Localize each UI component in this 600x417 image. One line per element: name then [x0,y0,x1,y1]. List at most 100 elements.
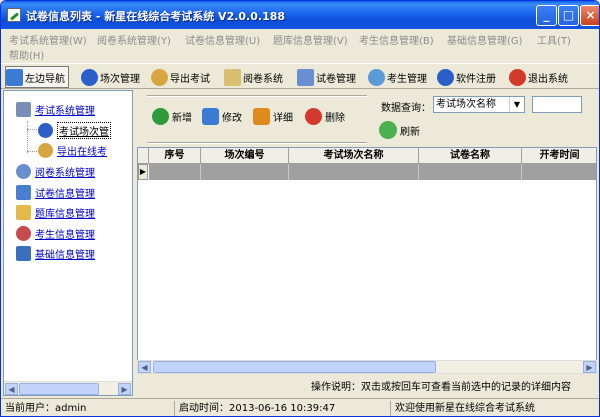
query-field-value: 考试场次名称 [436,99,496,110]
query-label: 数据查询： [381,103,431,114]
grid-row-header-corner [138,148,149,164]
exam-system-icon [16,102,31,117]
menu-paper-info[interactable]: 试卷信息管理(U) [185,32,260,47]
tree-item-marking-system[interactable]: 阅卷系统管理 [16,164,95,179]
table-row-cell[interactable] [419,164,522,180]
close-button[interactable]: × [580,5,599,26]
tool-label: 阅卷系统 [243,73,283,85]
column-header[interactable]: 开考时间 [522,148,596,164]
delete-icon [305,108,322,125]
left-horizontal-scrollbar[interactable]: ◀ ▶ [4,381,132,395]
refresh-label: 刷新 [400,126,420,138]
edit-icon [202,108,219,125]
tool-session-manage[interactable]: 场次管理 [81,66,140,88]
export-person-icon [151,68,168,86]
tool-software-register[interactable]: 软件注册 [437,66,496,88]
column-header[interactable]: 序号 [149,148,201,164]
chevron-down-icon[interactable]: ▼ [509,97,524,112]
title-bar[interactable]: 试卷信息列表 - 新星在线综合考试系统 V2.0.0.188 _ □ × [1,1,599,29]
query-input[interactable] [532,96,582,113]
tree-item-label: 试卷信息管理 [35,189,95,200]
tree-item-paper-info[interactable]: 试卷信息管理 [16,185,95,200]
tree-connector [27,121,28,153]
scroll-thumb[interactable] [153,361,436,373]
tree-item-exam-system[interactable]: 考试系统管理 [16,102,95,117]
data-grid[interactable]: 序号 场次编号 考试场次名称 试卷名称 开考时间 ▶ [137,147,597,374]
query-panel: 数据查询： 考试场次名称 ▼ 刷新 [371,90,597,145]
separator [147,142,367,144]
action-label: 新增 [172,113,192,124]
edit-button[interactable]: 修改 [202,108,242,125]
export-person-icon [38,143,53,158]
tree-item-label: 考试系统管理 [35,106,95,117]
status-current-user: 当前用户：admin [1,401,175,416]
menu-bar: 考试系统管理(W) 阅卷系统管理(Y) 试卷信息管理(U) 题库信息管理(V) … [1,29,599,63]
tree-item-label: 考试场次管 [57,122,111,139]
refresh-button[interactable]: 刷新 [379,121,420,139]
tree-item-label: 题库信息管理 [35,209,95,220]
menu-marking-system[interactable]: 阅卷系统管理(Y) [97,32,171,47]
table-row-cell[interactable] [522,164,596,180]
maximize-button[interactable]: □ [558,5,579,26]
tool-label: 考生管理 [387,73,427,85]
tool-examinee-manage[interactable]: 考生管理 [368,66,427,88]
menu-tools[interactable]: 工具(T) [537,32,571,47]
main-toolbar: 左边导航 场次管理 导出考试 阅卷系统 试卷管理 考生管理 软件注册 退出系统 [1,63,599,89]
tree-connector [27,129,37,130]
left-nav-tree[interactable]: 考试系统管理 考试场次管 导出在线考 阅卷系统管理 试卷信息管理 题库信息管理 … [3,90,133,396]
folder-icon [16,205,31,220]
tool-label: 场次管理 [100,73,140,85]
tree-connector [27,151,37,152]
table-row-cell[interactable] [201,164,289,180]
tool-exit-system[interactable]: 退出系统 [509,66,568,88]
table-row-cell[interactable] [289,164,419,180]
menu-examinee-info[interactable]: 考生信息管理(B) [359,32,434,47]
table-row-cell[interactable] [149,164,201,180]
tree-item-basic-info[interactable]: 基础信息管理 [16,246,95,261]
status-start-time: 启动时间：2013-06-16 10:39:47 [175,401,391,416]
info-icon [437,68,454,86]
left-nav-icon [6,68,23,86]
tool-paper-manage[interactable]: 试卷管理 [297,66,356,88]
scroll-thumb[interactable] [19,383,99,395]
add-icon [152,108,169,125]
scroll-right-arrow[interactable]: ▶ [583,361,596,373]
app-icon [7,8,21,22]
tool-label: 软件注册 [456,73,496,85]
tree-item-label: 考生信息管理 [35,230,95,241]
action-label: 修改 [222,113,242,124]
search-document-icon [16,185,31,200]
tree-item-question-bank[interactable]: 题库信息管理 [16,205,95,220]
document-icon [297,68,314,86]
tool-label: 导出考试 [170,73,210,85]
tool-export-exam[interactable]: 导出考试 [151,66,210,88]
tool-left-nav[interactable]: 左边导航 [5,66,69,88]
menu-basic-info[interactable]: 基础信息管理(G) [447,32,523,47]
menu-help[interactable]: 帮助(H) [9,47,44,62]
delete-button[interactable]: 删除 [305,108,345,125]
grid-horizontal-scrollbar[interactable]: ◀ ▶ [137,360,597,374]
minimize-button[interactable]: _ [536,5,557,26]
scroll-left-arrow[interactable]: ◀ [138,361,151,373]
query-field-select[interactable]: 考试场次名称 ▼ [433,96,525,113]
column-header[interactable]: 考试场次名称 [289,148,419,164]
tree-item-label: 阅卷系统管理 [35,168,95,179]
action-label: 详细 [273,113,293,124]
action-label: 删除 [325,113,345,124]
menu-question-bank[interactable]: 题库信息管理(V) [273,32,348,47]
row-indicator[interactable]: ▶ [138,164,148,180]
scroll-left-arrow[interactable]: ◀ [5,383,18,395]
add-button[interactable]: 新增 [152,108,192,125]
tree-item-examinee-info[interactable]: 考生信息管理 [16,226,95,241]
magnifier-icon [16,164,31,179]
tree-item-session-manage[interactable]: 考试场次管 [38,122,111,139]
tree-item-export-online[interactable]: 导出在线考 [38,143,107,158]
detail-button[interactable]: 详细 [253,108,293,125]
scroll-right-arrow[interactable]: ▶ [118,383,131,395]
tool-marking-system[interactable]: 阅卷系统 [224,66,283,88]
menu-exam-system[interactable]: 考试系统管理(W) [9,32,87,47]
column-header[interactable]: 场次编号 [201,148,289,164]
settings-icon [16,246,31,261]
tool-label: 试卷管理 [316,73,356,85]
column-header[interactable]: 试卷名称 [419,148,522,164]
